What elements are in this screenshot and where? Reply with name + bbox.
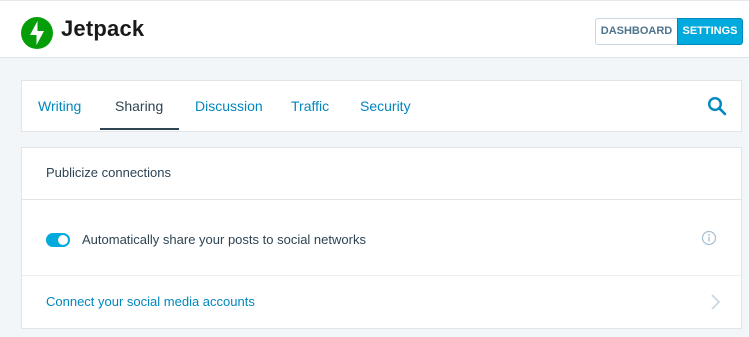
chevron-right-icon [709,293,721,311]
tab-discussion[interactable]: Discussion [195,81,263,131]
tab-traffic[interactable]: Traffic [291,81,329,131]
auto-share-label: Automatically share your posts to social… [82,232,366,247]
tab-writing[interactable]: Writing [38,81,81,131]
card-header: Publicize connections [22,148,741,200]
tab-security[interactable]: Security [360,81,411,131]
section-nav: Writing Sharing Discussion Traffic Secur… [21,80,742,132]
dashboard-button[interactable]: DASHBOARD [595,18,677,45]
settings-button[interactable]: SETTINGS [677,18,743,45]
search-icon[interactable] [707,96,727,116]
masthead: Jetpack DASHBOARD SETTINGS [0,0,749,58]
card-title: Publicize connections [46,165,172,180]
info-icon[interactable] [701,230,717,246]
connect-accounts-link[interactable]: Connect your social media accounts [46,294,255,309]
toggle-knob [58,235,68,245]
auto-share-row: Automatically share your posts to social… [22,200,741,276]
publicize-card: Publicize connections Automatically shar… [21,147,742,329]
brand-name: Jetpack [61,16,145,41]
auto-share-toggle[interactable] [46,233,70,247]
jetpack-logo-icon [21,17,53,49]
active-tab-indicator [100,128,179,130]
connect-accounts-row[interactable]: Connect your social media accounts [22,276,741,328]
tab-sharing[interactable]: Sharing [115,81,163,131]
